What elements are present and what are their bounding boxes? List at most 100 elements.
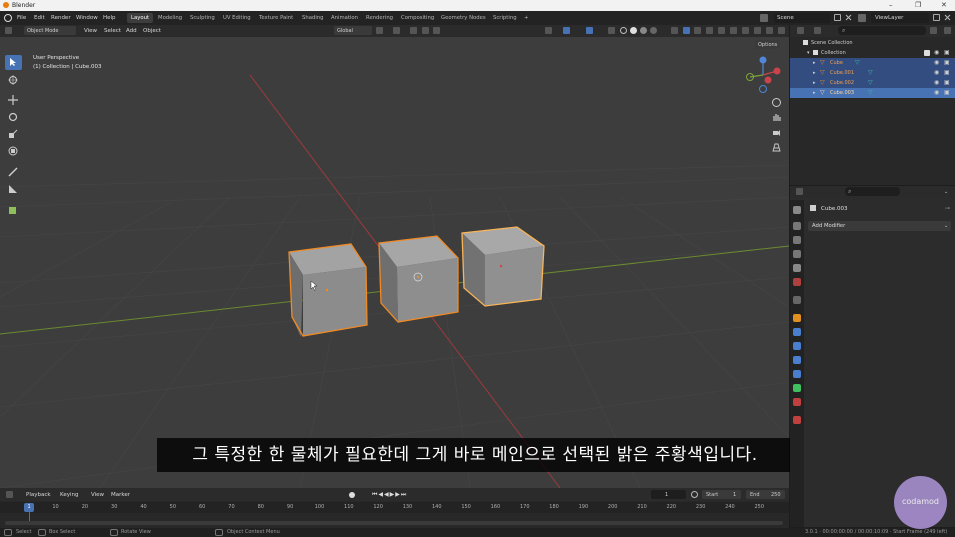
exclude-checkbox[interactable]	[924, 50, 930, 56]
view-layer-icon[interactable]	[858, 14, 866, 22]
perspective-toggle-icon[interactable]	[772, 143, 781, 152]
tab-scripting[interactable]: Scripting	[489, 13, 521, 23]
texture-tab-icon[interactable]	[793, 416, 801, 424]
outliner-row-cube-001[interactable]: ▸ ▽ Cube.001 ▽ ◉ ▣	[790, 68, 955, 78]
tab-animation[interactable]: Animation	[327, 13, 362, 23]
camera-icon[interactable]: ▣	[944, 79, 950, 86]
visibility-filter-icon[interactable]	[671, 27, 678, 34]
tab-sculpting[interactable]: Sculpting	[186, 13, 219, 23]
header-toggle-2-icon[interactable]	[706, 27, 713, 34]
outliner-row-cube-002[interactable]: ▸ ▽ Cube.002 ▽ ◉ ▣	[790, 78, 955, 88]
header-toggle-6-icon[interactable]	[754, 27, 761, 34]
collection-tab-icon[interactable]	[793, 296, 801, 304]
output-tab-icon[interactable]	[793, 236, 801, 244]
properties-editor-icon[interactable]	[796, 188, 803, 195]
record-icon[interactable]	[349, 492, 355, 498]
add-modifier-dropdown[interactable]: Add Modifier ⌄	[808, 221, 951, 231]
chevron-down-icon[interactable]: ⌄	[944, 189, 948, 195]
header-toggle-7-icon[interactable]	[766, 27, 773, 34]
new-scene-icon[interactable]	[834, 14, 841, 21]
view-object-types-icon[interactable]	[545, 27, 552, 34]
tab-modeling[interactable]: Modeling	[154, 13, 186, 23]
measure-tool[interactable]	[5, 182, 22, 197]
physics-tab-icon[interactable]	[793, 356, 801, 364]
outliner-row-cube[interactable]: ▸ ▽ Cube ▽ ◉ ▣	[790, 58, 955, 68]
3d-viewport[interactable]: User Perspective (1) Collection | Cube.0…	[0, 37, 789, 488]
material-tab-icon[interactable]	[793, 398, 801, 406]
camera-view-icon[interactable]	[772, 128, 781, 137]
rendered-shading-icon[interactable]	[650, 27, 657, 34]
menu-window[interactable]: Window	[76, 15, 98, 21]
snap-target-icon[interactable]	[410, 27, 417, 34]
camera-icon[interactable]: ▣	[944, 49, 950, 56]
menu-keying[interactable]: Keying	[60, 492, 78, 498]
pan-hand-icon[interactable]	[772, 113, 781, 122]
tab-compositing[interactable]: Compositing	[397, 13, 438, 23]
start-frame-field[interactable]: Start 1	[702, 490, 741, 499]
header-toggle-4-icon[interactable]	[730, 27, 737, 34]
end-frame-field[interactable]: End 250	[746, 490, 785, 499]
current-frame-field[interactable]: 1	[651, 490, 686, 499]
header-toggle-1-icon[interactable]	[694, 27, 701, 34]
solid-shading-icon[interactable]	[630, 27, 637, 34]
overlay-toggle-icon[interactable]	[586, 27, 593, 34]
menu-add[interactable]: Add	[126, 28, 137, 34]
menu-render[interactable]: Render	[51, 15, 71, 21]
tab-rendering[interactable]: Rendering	[362, 13, 397, 23]
zoom-icon[interactable]	[772, 98, 781, 107]
outliner-row-collection[interactable]: ▾ Collection ◉ ▣	[790, 48, 955, 58]
navigation-gizmo[interactable]	[740, 55, 785, 97]
scene-tab-icon[interactable]	[793, 264, 801, 272]
outliner-row-cube-003[interactable]: ▸ ▽ Cube.003 ▽ ◉ ▣	[790, 88, 955, 98]
pin-icon[interactable]: ⊸	[945, 205, 950, 212]
snap-icon[interactable]	[393, 27, 400, 34]
scene-icon[interactable]	[760, 14, 768, 22]
menu-select[interactable]: Select	[104, 28, 121, 34]
scene-field[interactable]: Scene	[777, 15, 794, 21]
menu-help[interactable]: Help	[103, 15, 116, 21]
move-tool[interactable]	[5, 93, 22, 108]
eye-icon[interactable]: ◉	[934, 79, 939, 86]
delete-view-layer-icon[interactable]	[944, 14, 951, 21]
camera-icon[interactable]: ▣	[944, 69, 950, 76]
playback-controls[interactable]: ⏮◀◀▶▶⏭	[372, 491, 407, 499]
falloff-icon[interactable]	[433, 27, 440, 34]
menu-file[interactable]: File	[17, 15, 26, 21]
outliner-search-input[interactable]	[838, 26, 926, 35]
annotate-tool[interactable]	[5, 165, 22, 180]
properties-search-input[interactable]	[845, 187, 900, 196]
pivot-point-icon[interactable]	[376, 27, 383, 34]
view-layer-field[interactable]: ViewLayer	[875, 15, 903, 21]
object-tab-icon[interactable]	[793, 314, 801, 322]
tab-uv-editing[interactable]: UV Editing	[219, 13, 255, 23]
camera-icon[interactable]: ▣	[944, 89, 950, 96]
header-toggle-5-icon[interactable]	[742, 27, 749, 34]
eye-icon[interactable]: ◉	[934, 49, 939, 56]
menu-playback[interactable]: Playback	[26, 492, 51, 498]
maximize-icon[interactable]: ❐	[915, 1, 921, 9]
clock-icon[interactable]	[691, 491, 698, 498]
world-tab-icon[interactable]	[793, 278, 801, 286]
close-icon[interactable]: ✕	[941, 1, 947, 9]
viewport-canvas[interactable]	[0, 37, 789, 488]
outliner-row-scene-collection[interactable]: Scene Collection	[790, 38, 955, 48]
options-dropdown[interactable]: Options	[755, 40, 781, 49]
transform-orientation-dropdown[interactable]: Global	[334, 26, 372, 35]
transform-tool[interactable]	[5, 144, 22, 159]
eye-icon[interactable]: ◉	[934, 69, 939, 76]
tab-shading[interactable]: Shading	[298, 13, 328, 23]
expand-arrow-icon[interactable]: ▾	[807, 50, 810, 56]
snapping-magnet-icon[interactable]	[683, 27, 690, 34]
timeline-editor-icon[interactable]	[6, 491, 13, 498]
cursor-tool[interactable]	[5, 73, 22, 88]
menu-view[interactable]: View	[84, 28, 97, 34]
tab-layout[interactable]: Layout	[127, 13, 154, 23]
cube-001-object[interactable]	[378, 235, 459, 323]
menu-marker[interactable]: Marker	[111, 492, 130, 498]
tool-tab-icon[interactable]	[793, 206, 801, 214]
outliner-editor-icon[interactable]	[797, 27, 804, 34]
blender-menu-icon[interactable]	[4, 14, 12, 22]
timeline-scrollbar[interactable]	[5, 521, 783, 525]
new-collection-icon[interactable]	[944, 27, 951, 34]
modifiers-tab-icon[interactable]	[793, 328, 801, 336]
